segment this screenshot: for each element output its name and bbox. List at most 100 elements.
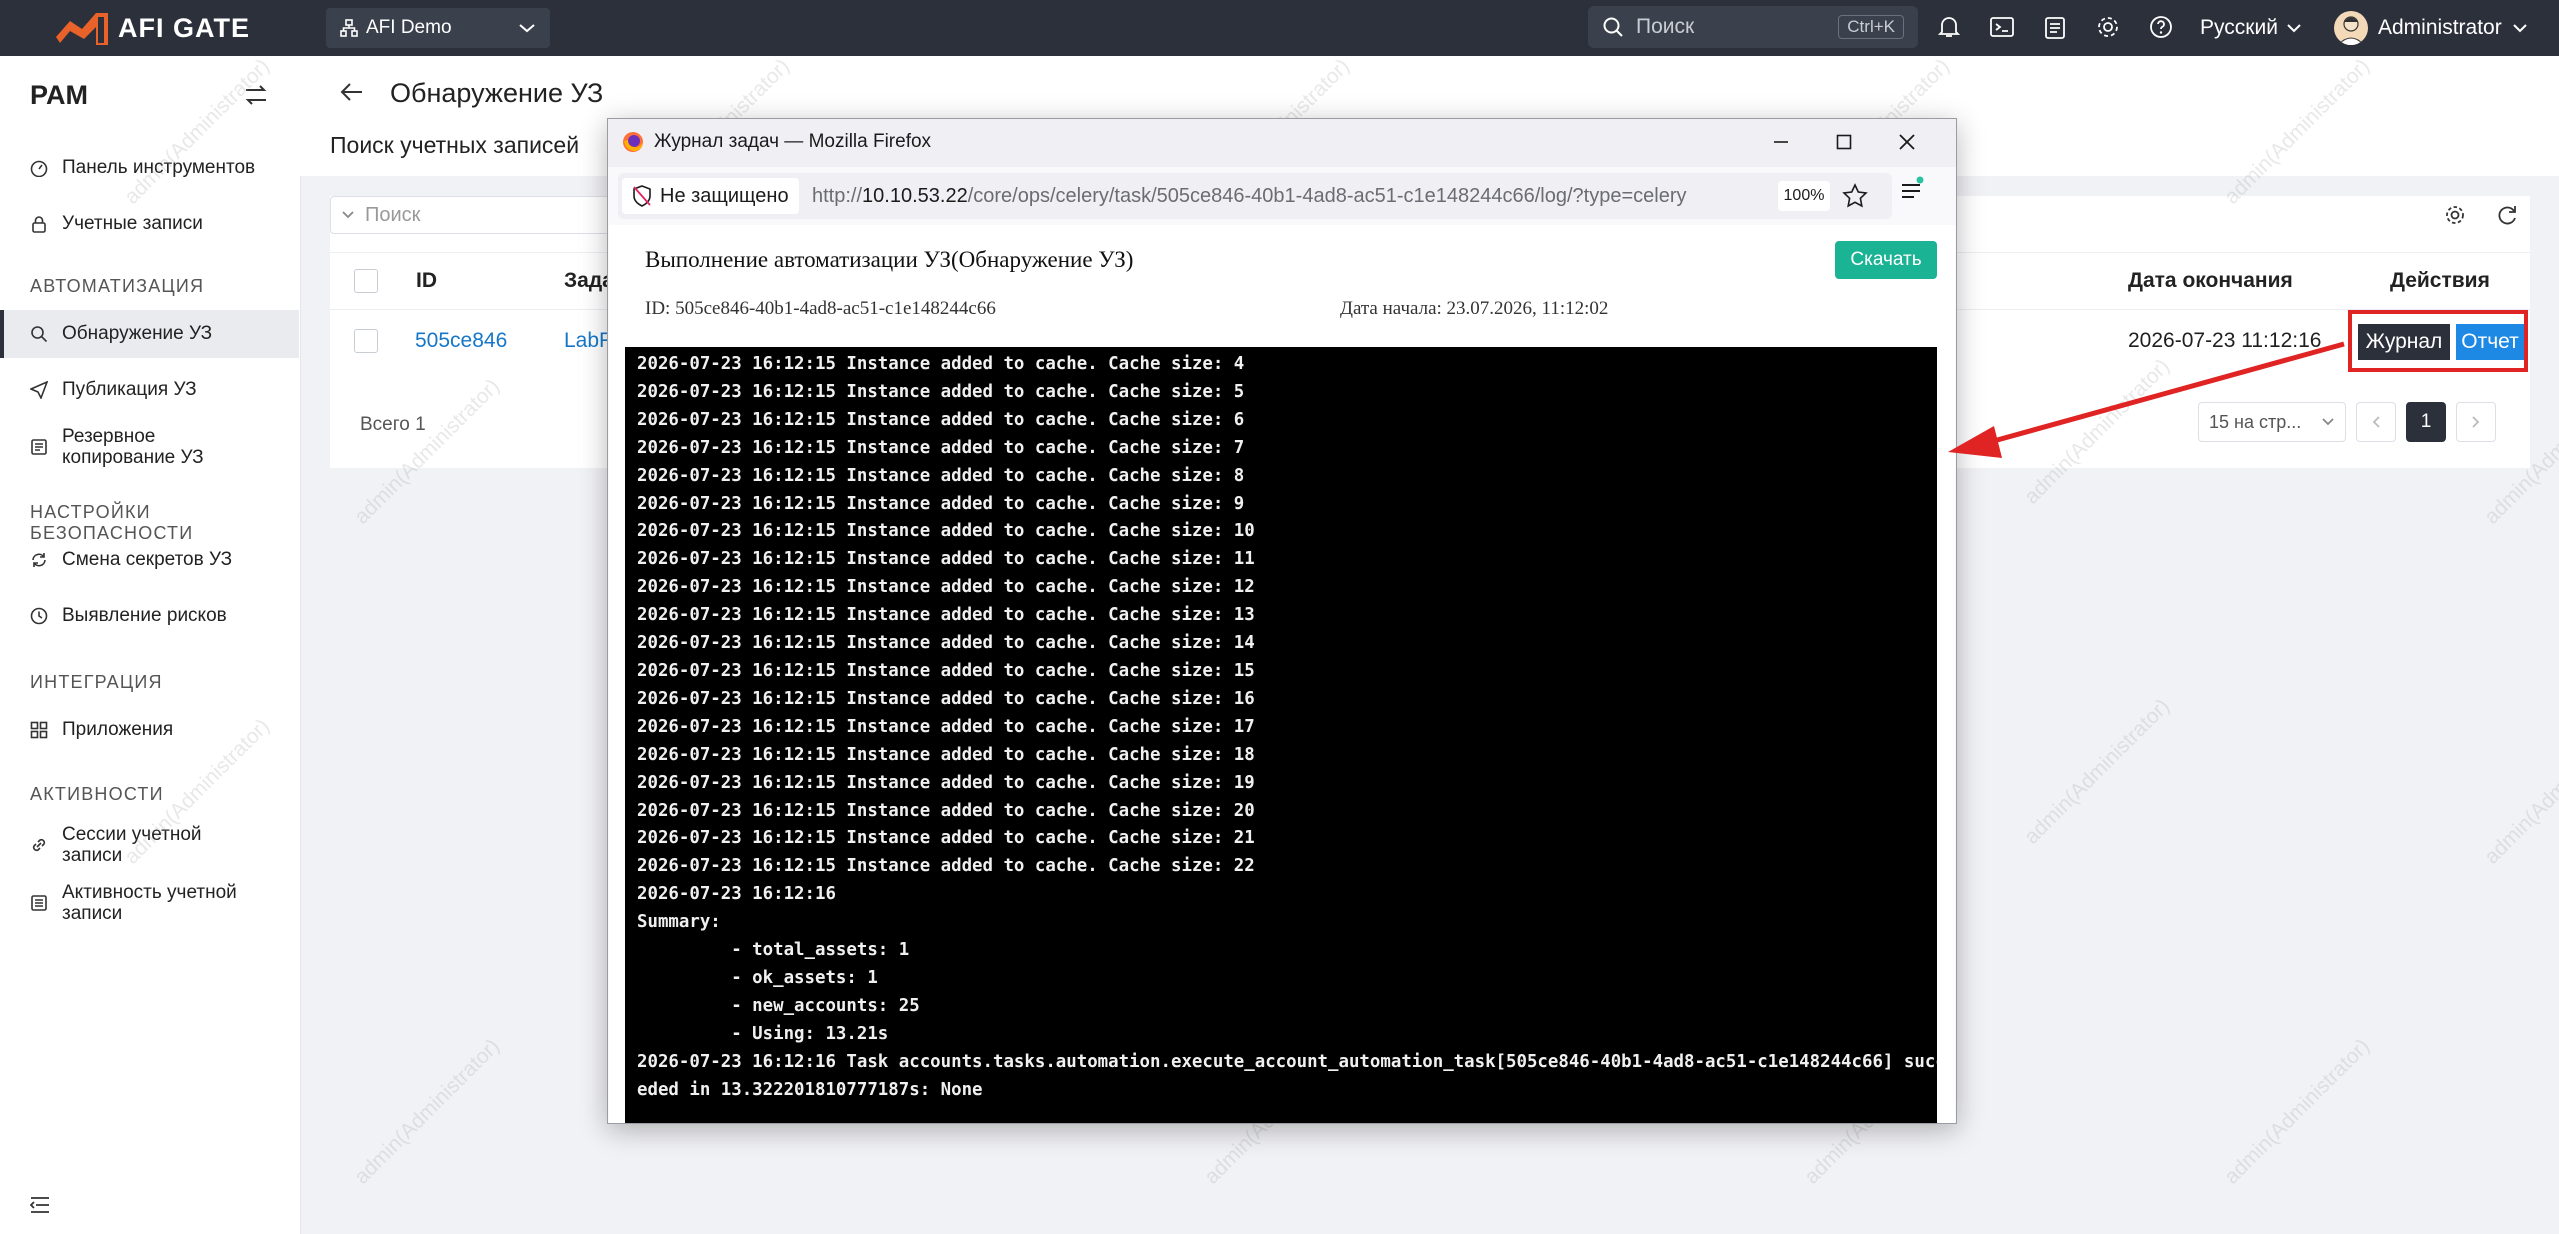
col-end-date[interactable]: Дата окончания [2128, 269, 2293, 293]
page-size-select[interactable]: 15 на стр... [2198, 402, 2346, 442]
chevron-down-icon [519, 24, 535, 33]
log-line: - ok_assets: 1 [731, 967, 878, 988]
log-line: 2026-07-23 16:12:15 Instance added to ca… [637, 493, 1245, 514]
chevron-down-icon [2287, 24, 2301, 33]
avatar [2334, 11, 2368, 45]
activity-icon [31, 895, 47, 911]
sidebar-item-label: Приложения [62, 719, 174, 740]
log-line: 2026-07-23 16:12:15 Instance added to ca… [637, 437, 1245, 458]
zoom-level[interactable]: 100% [1778, 181, 1830, 211]
sidebar-item-dashboard[interactable]: Панель инструментов [0, 144, 299, 192]
sidebar-item-applications[interactable]: Приложения [0, 706, 299, 754]
next-page-button[interactable] [2456, 402, 2496, 442]
url-prefix: http:// [812, 185, 863, 207]
bell-icon[interactable] [1934, 12, 1964, 42]
url-text[interactable]: http://10.10.53.22/core/ops/celery/task/… [812, 185, 1687, 208]
log-line: 2026-07-23 16:12:15 Instance added to ca… [637, 688, 1255, 709]
log-line: 2026-07-23 16:12:15 Instance added to ca… [637, 660, 1255, 681]
log-terminal[interactable]: 2026-07-23 16:12:15 Instance added to ca… [625, 347, 1937, 1123]
maximize-icon [1836, 134, 1852, 150]
language-label: Русский [2200, 16, 2278, 39]
collapse-menu-icon[interactable] [30, 1196, 50, 1214]
col-actions: Действия [2390, 269, 2490, 292]
help-icon[interactable] [2146, 12, 2176, 42]
firefox-window: Журнал задач — Mozilla Firefox Не защище… [607, 118, 1957, 1124]
report-button[interactable]: Отчет [2456, 324, 2524, 360]
risk-icon [30, 607, 48, 625]
logo[interactable]: AFI GATE [56, 8, 250, 48]
settings-icon[interactable] [2444, 204, 2466, 226]
sidebar-item-label: Панель инструментов [62, 157, 256, 178]
org-selector[interactable]: AFI Demo [326, 8, 550, 48]
sidebar-item-label: Обнаружение УЗ [62, 323, 213, 344]
sidebar-item-sessions[interactable]: Сессии учетной записи [0, 816, 299, 874]
url-bar[interactable]: Не защищено http://10.10.53.22/core/ops/… [618, 173, 1892, 219]
select-all-checkbox[interactable] [354, 269, 378, 293]
dashboard-icon [30, 160, 48, 177]
job-start-date: Дата начала: 23.07.2026, 11:12:02 [1340, 298, 1609, 319]
firefox-titlebar[interactable]: Журнал задач — Mozilla Firefox [608, 119, 1956, 167]
sidebar-item-label: Публикация УЗ [62, 379, 197, 400]
log-line: 2026-07-23 16:12:15 Instance added to ca… [637, 521, 1255, 542]
page-number-button[interactable]: 1 [2406, 402, 2446, 442]
close-button[interactable] [1894, 129, 1920, 155]
log-line: eded in 13.322201810777187s: None [637, 1079, 983, 1100]
total-count: Всего 1 [360, 414, 426, 435]
sidebar-item-discovery[interactable]: Обнаружение УЗ [0, 310, 299, 358]
watermark-text: admin(Administrator) [350, 1034, 505, 1189]
shield-off-icon [633, 185, 651, 207]
col-id[interactable]: ID [416, 269, 437, 293]
log-line: Summary: [637, 912, 721, 933]
sidebar-item-secret-change[interactable]: Смена секретов УЗ [0, 536, 299, 584]
clipboard-icon[interactable] [2040, 12, 2070, 42]
sidebar-item-account-activity[interactable]: Активность учетной записи [0, 874, 299, 932]
backup-icon [31, 439, 47, 455]
log-line: 2026-07-23 16:12:15 Instance added to ca… [637, 381, 1245, 402]
firefox-window-title: Журнал задач — Mozilla Firefox [654, 131, 932, 152]
log-button[interactable]: Журнал [2358, 324, 2450, 360]
org-icon [340, 19, 358, 37]
sidebar-item-backup[interactable]: Резервное копирование УЗ [0, 418, 299, 476]
log-line: 2026-07-23 16:12:16 [637, 884, 836, 905]
sidebar: PAM Панель инструментов Учетные записи А… [0, 56, 301, 1234]
download-button[interactable]: Скачать [1835, 241, 1937, 279]
send-icon [30, 381, 48, 399]
row-checkbox[interactable] [354, 329, 378, 353]
log-line: 2026-07-23 16:12:16 Task accounts.tasks.… [637, 1051, 1937, 1072]
log-line: 2026-07-23 16:12:15 Instance added to ca… [637, 605, 1255, 626]
search-icon [31, 326, 48, 343]
refresh-icon[interactable] [2496, 204, 2518, 226]
log-line: 2026-07-23 16:12:15 Instance added to ca… [637, 772, 1255, 793]
gear-icon[interactable] [2093, 12, 2123, 42]
lock-icon [32, 216, 46, 233]
log-line: - new_accounts: 25 [731, 995, 920, 1016]
chevron-left-icon [2372, 416, 2380, 428]
user-menu[interactable]: Administrator [2334, 8, 2528, 48]
sidebar-item-risk[interactable]: Выявление рисков [0, 592, 299, 640]
row-id-link[interactable]: 505ce846 [415, 329, 507, 353]
sidebar-item-accounts[interactable]: Учетные записи [0, 200, 299, 248]
filter-placeholder: Поиск [365, 203, 421, 226]
switch-icon[interactable] [244, 84, 268, 106]
app-menu-button[interactable] [1898, 175, 1926, 210]
language-selector[interactable]: Русский [2200, 10, 2302, 46]
search-icon [1603, 17, 1623, 37]
log-line: 2026-07-23 16:12:15 Instance added to ca… [637, 577, 1255, 598]
user-name: Administrator [2378, 16, 2502, 39]
terminal-icon[interactable] [1987, 12, 2017, 42]
sidebar-item-label: Резервное копирование УЗ [62, 426, 204, 468]
brand-name: AFI GATE [118, 12, 250, 43]
not-secure-badge[interactable]: Не защищено [622, 178, 799, 214]
filter-input[interactable]: Поиск [330, 196, 650, 234]
back-arrow-icon[interactable] [340, 82, 364, 102]
bookmark-star-icon[interactable] [1842, 183, 1868, 209]
prev-page-button[interactable] [2356, 402, 2396, 442]
minimize-button[interactable] [1768, 129, 1794, 155]
watermark-text: admin(Administrator) [2480, 714, 2559, 869]
log-line: - total_assets: 1 [731, 940, 910, 961]
sidebar-item-publication[interactable]: Публикация УЗ [0, 366, 299, 414]
global-search[interactable]: Поиск Ctrl+K [1588, 6, 1918, 48]
log-line: 2026-07-23 16:12:15 Instance added to ca… [637, 549, 1255, 570]
maximize-button[interactable] [1831, 129, 1857, 155]
url-host: 10.10.53.22 [862, 185, 968, 207]
